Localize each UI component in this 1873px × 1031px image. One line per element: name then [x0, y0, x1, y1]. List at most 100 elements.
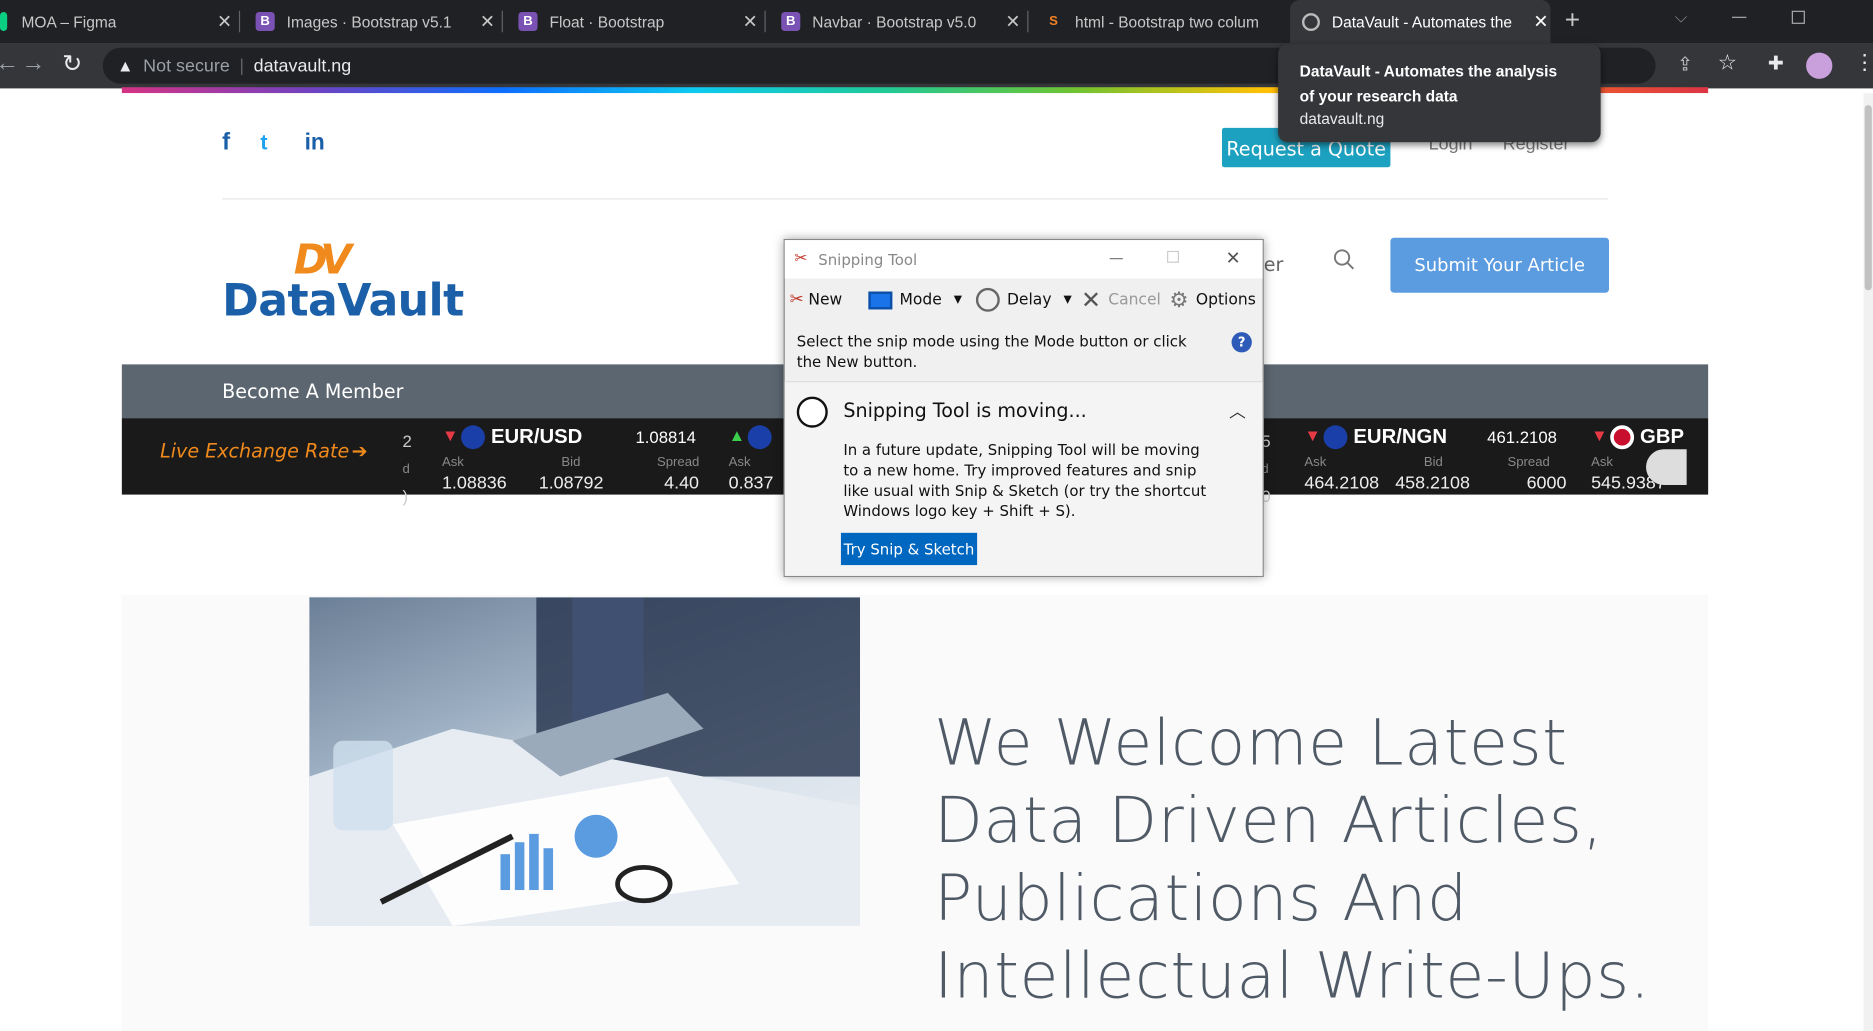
pair-price: 1.08814 — [635, 427, 696, 447]
notice-body: In a future update, Snipping Tool will b… — [843, 440, 1207, 520]
bookmark-star-icon[interactable]: ☆ — [1718, 50, 1737, 75]
become-member-link[interactable]: Become A Member — [222, 380, 403, 403]
clock-icon — [975, 287, 1000, 312]
spread-label: Spread — [656, 455, 700, 470]
try-snip-sketch-button[interactable]: Try Snip & Sketch — [840, 532, 978, 566]
tab-navbar-bootstrap[interactable]: B Navbar · Bootstrap v5.0 ✕ — [769, 0, 1022, 43]
search-icon[interactable] — [1333, 248, 1355, 270]
down-arrow-icon: ▼ — [1591, 425, 1608, 445]
menu-icon[interactable]: ⋮ — [1854, 50, 1873, 75]
close-tab-icon[interactable]: ✕ — [215, 11, 234, 32]
tab-title: DataVault - Automates the — [1331, 12, 1513, 31]
minimize-icon[interactable] — [1109, 258, 1123, 260]
chevron-down-icon[interactable]: ▼ — [1063, 294, 1071, 306]
new-tab-button[interactable]: + — [1565, 5, 1580, 36]
url-text[interactable]: datavault.ng — [254, 56, 352, 76]
ticker-item[interactable]: ▼ EUR/USD 1.08814 Ask Bid Spread 1.08836… — [442, 418, 717, 494]
tab-datavault[interactable]: DataVault - Automates the ✕ — [1290, 0, 1551, 44]
close-tab-icon[interactable]: ✕ — [478, 11, 497, 32]
security-label[interactable]: Not secure — [143, 56, 230, 76]
close-tab-icon[interactable]: ✕ — [1003, 11, 1022, 32]
minimize-icon[interactable] — [1732, 16, 1747, 18]
linkedin-icon[interactable]: in — [305, 130, 325, 156]
ask-label: Ask — [728, 455, 751, 470]
warning-icon[interactable]: ▲ — [117, 56, 134, 75]
bid-label: Bid — [1423, 455, 1443, 470]
mode-icon — [868, 290, 893, 309]
scrollbar-thumb[interactable] — [1864, 105, 1872, 291]
options-button[interactable]: ⚙ Options — [1169, 281, 1255, 319]
restore-icon[interactable] — [1791, 10, 1805, 24]
close-icon[interactable]: ✕ — [1226, 247, 1241, 269]
chevron-up-icon[interactable]: ︿ — [1229, 399, 1246, 423]
reload-icon[interactable]: ↻ — [62, 49, 82, 79]
bid-label: Bid — [561, 455, 581, 470]
spread-value: 4.40 — [664, 473, 700, 494]
bootstrap-icon: B — [781, 11, 801, 32]
tooltip-title: DataVault - Automates the analysis of yo… — [1299, 62, 1558, 106]
forward-icon[interactable]: → — [22, 50, 46, 77]
snip-title: Snipping Tool — [818, 250, 918, 269]
mode-button[interactable]: Mode ▼ — [868, 281, 962, 319]
pair-price: 461.2108 — [1487, 427, 1557, 447]
tab-stackoverflow[interactable]: S html - Bootstrap two colum — [1032, 0, 1285, 43]
twitter-icon[interactable]: t — [260, 130, 267, 155]
bootstrap-icon: B — [255, 11, 275, 32]
ticker-item[interactable]: ▼ EUR/NGN 461.2108 Ask Bid Spread 464.21… — [1304, 418, 1579, 494]
ask-value: 0.837 — [728, 473, 774, 494]
ask-label: Ask — [1304, 455, 1327, 470]
close-tab-icon[interactable]: ✕ — [1531, 11, 1550, 32]
snip-sketch-icon — [796, 396, 828, 428]
hero-line: Publications And — [934, 862, 1468, 936]
ticker-clipped-left: 2 d) — [402, 431, 412, 506]
eu-flag-icon — [747, 425, 772, 450]
header-divider — [222, 198, 1608, 200]
tab-images-bootstrap[interactable]: B Images · Bootstrap v5.1 ✕ — [244, 0, 497, 43]
facebook-icon[interactable]: f — [222, 129, 230, 156]
hero-line: We Welcome Latest — [934, 707, 1568, 781]
stackoverflow-icon: S — [1049, 14, 1058, 29]
ticker-item-partial[interactable]: ▲ Ask 0.837 — [729, 418, 789, 494]
back-icon[interactable]: ← — [0, 50, 19, 77]
widget-badge-icon[interactable] — [1646, 449, 1687, 486]
down-arrow-icon: ▼ — [1304, 425, 1321, 445]
tab-title: MOA – Figma — [21, 12, 117, 31]
scrollbar[interactable] — [1863, 93, 1873, 1031]
tab-title: Images · Bootstrap v5.1 — [286, 12, 452, 31]
tab-figma[interactable]: MOA – Figma ✕ — [0, 0, 234, 43]
share-icon[interactable]: ⇪ — [1677, 53, 1693, 77]
tooltip-url: datavault.ng — [1299, 109, 1385, 128]
snip-instruction: Select the snip mode using the Mode butt… — [796, 332, 1187, 371]
pair-name: EUR/USD — [490, 425, 583, 449]
nav-item-partial[interactable]: er — [1264, 253, 1284, 276]
delay-button[interactable]: Delay ▼ — [975, 281, 1072, 319]
up-arrow-icon: ▲ — [728, 425, 746, 445]
chevron-down-icon[interactable]: ▼ — [954, 294, 962, 306]
ask-label: Ask — [441, 455, 464, 470]
tab-search-icon[interactable]: ⌵ — [1675, 7, 1688, 27]
close-tab-icon[interactable]: ✕ — [741, 11, 760, 32]
snip-titlebar[interactable]: ✂ Snipping Tool ✕ — [784, 240, 1263, 279]
tab-hover-tooltip: DataVault - Automates the analysis of yo… — [1278, 44, 1601, 143]
extensions-icon[interactable]: ✚ — [1768, 51, 1784, 75]
tab-float-bootstrap[interactable]: B Float · Bootstrap ✕ — [506, 0, 759, 43]
help-icon[interactable]: ? — [1231, 332, 1252, 353]
bootstrap-icon: B — [518, 11, 538, 32]
tab-title: Float · Bootstrap — [549, 12, 665, 31]
pair-name: GBP — [1640, 425, 1685, 449]
uk-flag-icon — [1610, 425, 1635, 450]
eu-flag-icon — [461, 425, 485, 450]
new-snip-button[interactable]: ✂ New — [790, 281, 843, 319]
logo[interactable]: DV DataVault — [222, 237, 464, 328]
pair-name: EUR/NGN — [1353, 425, 1448, 449]
submit-article-button[interactable]: Submit Your Article — [1390, 237, 1610, 293]
spread-value: 6000 — [1526, 473, 1567, 494]
logo-text: DataVault — [222, 274, 464, 327]
ticker-label: Live Exchange Rate ➔ — [160, 439, 368, 463]
notice-title: Snipping Tool is moving... — [843, 399, 1087, 422]
eu-flag-icon — [1323, 425, 1348, 450]
gear-icon: ⚙ — [1169, 287, 1189, 313]
browser-tab-bar: MOA – Figma ✕ B Images · Bootstrap v5.1 … — [0, 0, 1873, 44]
arrow-right-icon: ➔ — [351, 439, 368, 463]
avatar[interactable] — [1806, 52, 1833, 79]
